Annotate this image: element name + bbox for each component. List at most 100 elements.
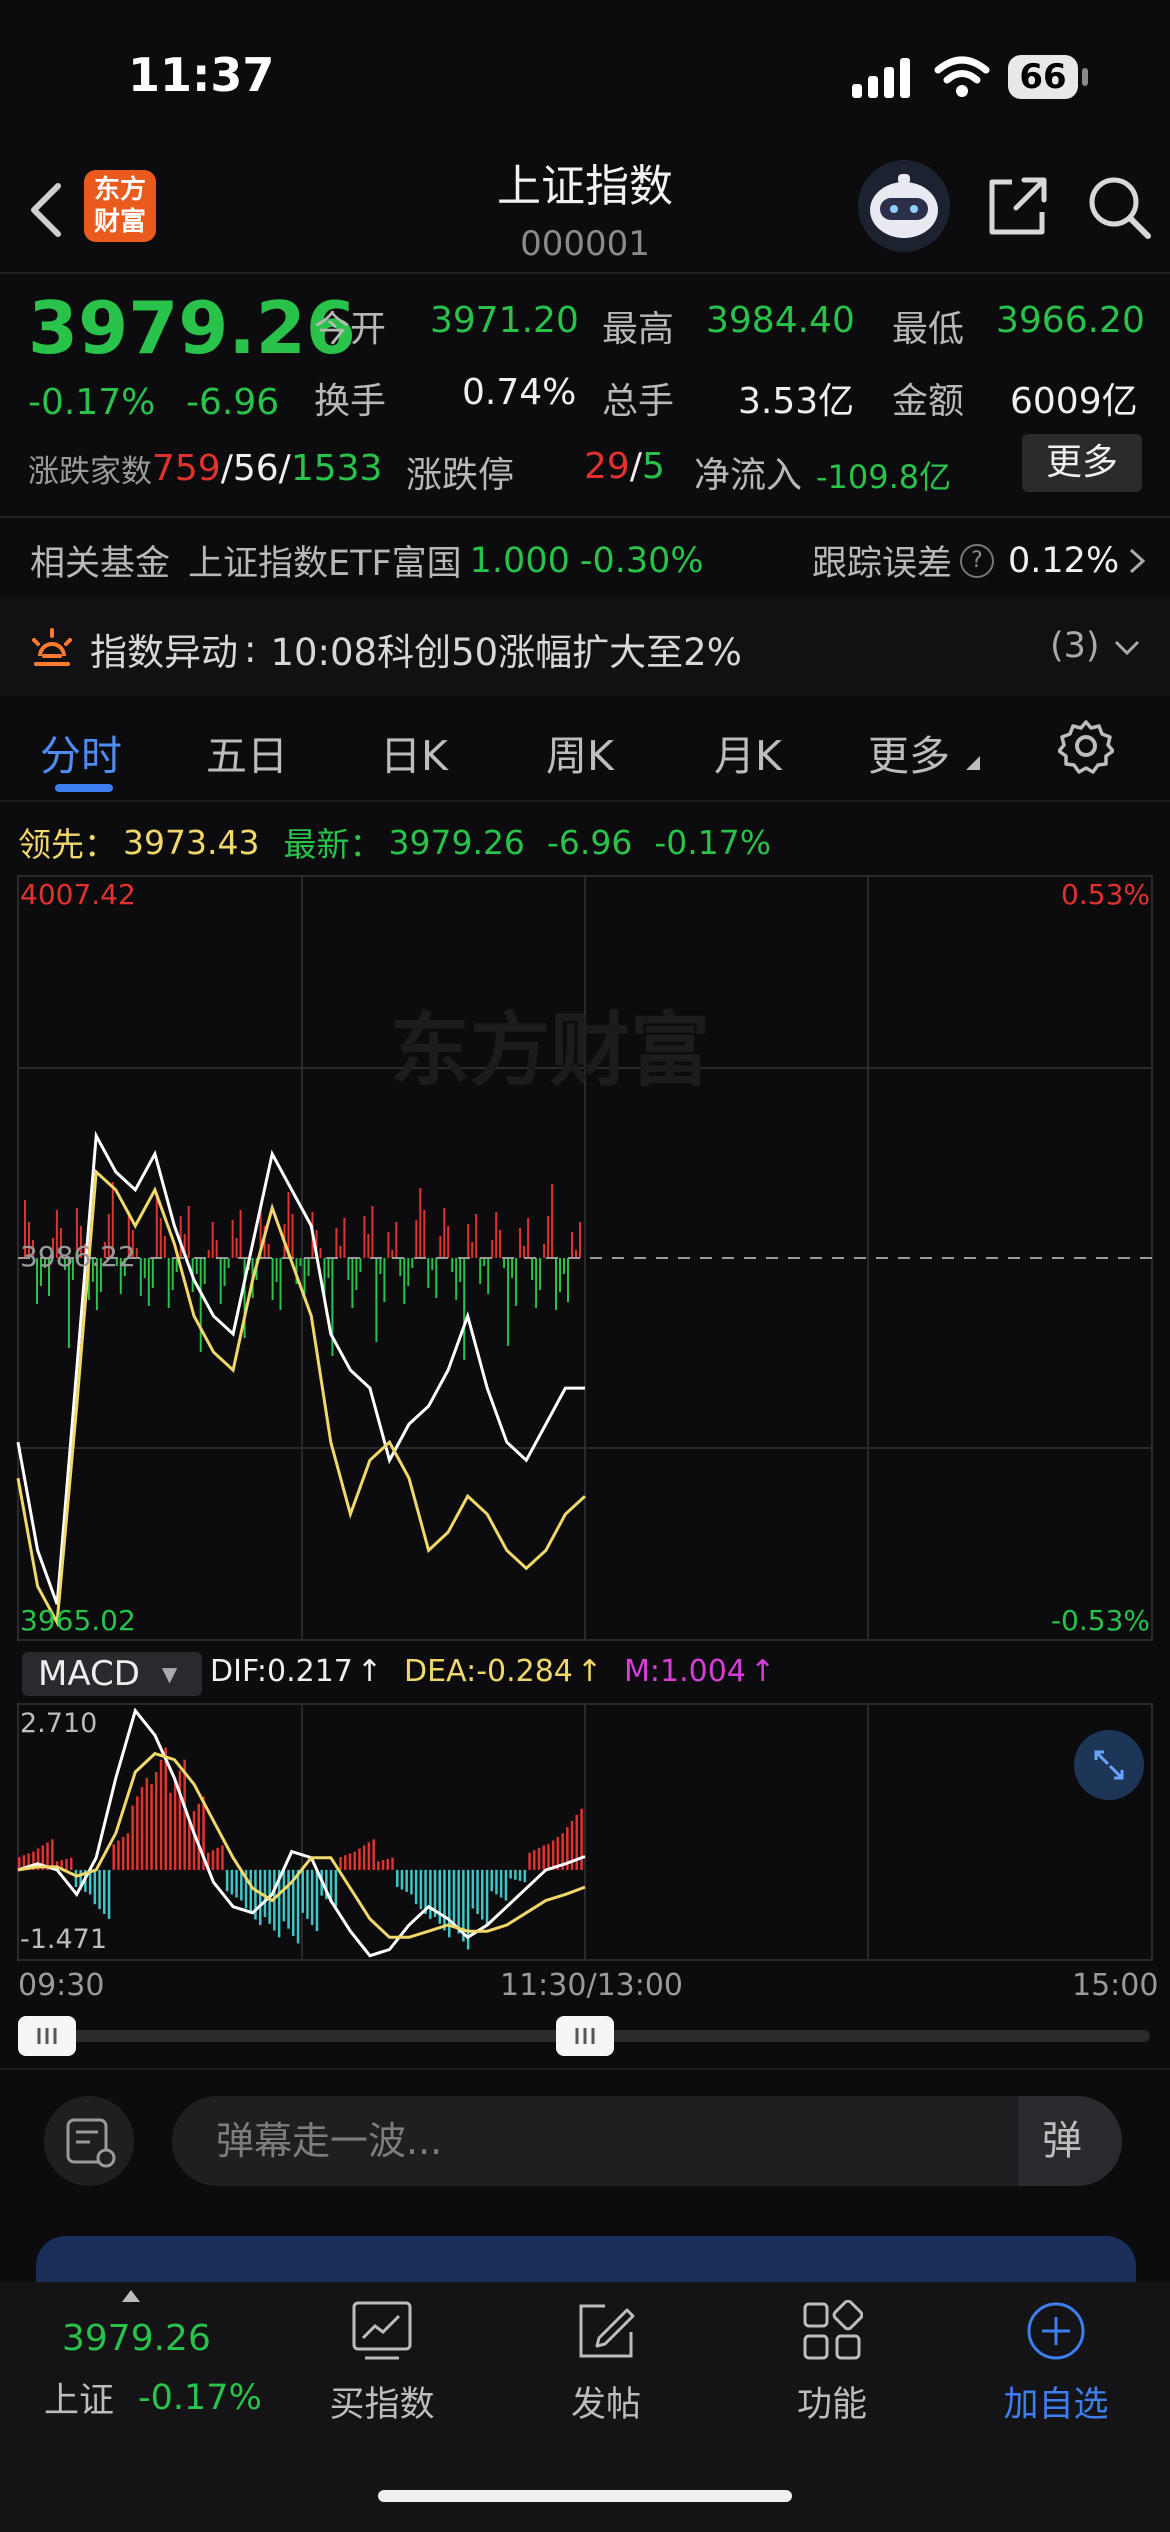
alert-sun-icon bbox=[32, 628, 72, 666]
limit-values: 29 / 5 bbox=[584, 446, 665, 487]
volume-bar bbox=[235, 1238, 238, 1258]
breadth-label: 涨跌家数 bbox=[28, 454, 152, 490]
macd-hist-bar bbox=[126, 1833, 130, 1870]
macd-hist-bar bbox=[263, 1869, 267, 1917]
danmaku-list-icon[interactable] bbox=[44, 2096, 134, 2186]
nav-index-pct: -0.17% bbox=[138, 2377, 262, 2418]
slash-3: / bbox=[629, 446, 642, 487]
tab-five-day[interactable]: 五日 bbox=[206, 722, 288, 782]
volume-bar bbox=[215, 1240, 218, 1258]
nav-post[interactable]: 发帖 bbox=[526, 2300, 686, 2427]
expand-icon[interactable] bbox=[1074, 1730, 1144, 1800]
volume-bar bbox=[435, 1258, 438, 1298]
volume-bar bbox=[523, 1246, 526, 1258]
add-circle-icon bbox=[1027, 2302, 1085, 2360]
fund-pct: -0.30% bbox=[579, 540, 704, 581]
dif-label: DIF: bbox=[210, 1654, 267, 1689]
nav-functions[interactable]: 功能 bbox=[752, 2299, 912, 2427]
macd-hist-bar bbox=[405, 1869, 408, 1892]
macd-hist-bar bbox=[169, 1792, 172, 1870]
danmaku-toggle-button[interactable]: 弹 bbox=[1018, 2096, 1122, 2186]
volume-bar bbox=[163, 1236, 166, 1258]
volume-bar bbox=[207, 1250, 210, 1258]
share-icon[interactable] bbox=[982, 172, 1052, 242]
nav-index-price[interactable]: 3979.26 bbox=[62, 2318, 211, 2359]
open-value: 3971.20 bbox=[430, 300, 579, 341]
volume-bar bbox=[219, 1258, 222, 1304]
chevron-down-icon[interactable] bbox=[1112, 636, 1142, 660]
macd-hist-bar bbox=[523, 1869, 527, 1883]
macd-hist-bar bbox=[580, 1808, 583, 1870]
assistant-robot-icon[interactable] bbox=[858, 160, 950, 252]
slash-2: / bbox=[278, 448, 291, 489]
macd-hist-bar bbox=[537, 1847, 541, 1870]
tracking-value: 0.12% bbox=[1008, 540, 1120, 581]
macd-hist-bar bbox=[136, 1796, 139, 1870]
volume-bar bbox=[447, 1226, 450, 1258]
macd-hist-bar bbox=[145, 1778, 149, 1870]
volume-bar bbox=[291, 1214, 294, 1258]
index-alert[interactable]: 指数异动 : 10:08科创50涨幅扩大至2% bbox=[90, 622, 742, 676]
low-value: 3966.20 bbox=[996, 300, 1145, 341]
macd-hist-bar bbox=[485, 1869, 489, 1925]
header-divider bbox=[0, 272, 1170, 274]
macd-hist-bar bbox=[499, 1869, 503, 1898]
latest-change: -6.96 bbox=[546, 822, 633, 862]
high-value: 3984.40 bbox=[706, 300, 855, 341]
settings-gear-icon[interactable] bbox=[1058, 718, 1114, 774]
range-handle-right[interactable] bbox=[556, 2016, 614, 2056]
tab-weekly-k[interactable]: 周K bbox=[546, 722, 614, 782]
macd-hist-bar bbox=[542, 1845, 545, 1870]
change-value: -6.96 bbox=[186, 382, 280, 423]
tab-daily-k[interactable]: 日K bbox=[380, 722, 448, 782]
nav-buy-index[interactable]: 买指数 bbox=[302, 2300, 462, 2427]
nav-add-watchlist[interactable]: 加自选 bbox=[976, 2300, 1136, 2427]
tabs-divider bbox=[0, 800, 1170, 802]
up-count: 759 bbox=[152, 448, 221, 489]
macd-hist-bar bbox=[103, 1869, 106, 1914]
macd-hist-bar bbox=[70, 1857, 73, 1870]
volume-bar bbox=[347, 1258, 350, 1280]
danmaku-input[interactable]: 弹幕走一波... bbox=[172, 2096, 1122, 2186]
volume-bar bbox=[151, 1258, 154, 1288]
macd-hist-bar bbox=[490, 1869, 493, 1892]
more-button[interactable]: 更多 bbox=[1022, 434, 1142, 492]
related-fund-row[interactable]: 相关基金 上证指数ETF富国 1.000 -0.30% bbox=[30, 535, 704, 586]
wifi-icon bbox=[934, 56, 990, 97]
macd-hist-bar bbox=[296, 1869, 300, 1944]
macd-hist-bar bbox=[528, 1852, 531, 1870]
range-handle-left[interactable] bbox=[18, 2016, 76, 2056]
volume-bar bbox=[147, 1258, 150, 1306]
macd-hist-bar bbox=[514, 1869, 517, 1880]
nav-functions-label: 功能 bbox=[796, 2385, 867, 2425]
nav-index-summary[interactable]: 上证 -0.17% bbox=[44, 2372, 262, 2423]
open-label: 今开 bbox=[314, 309, 387, 350]
netflow-value: -109.8亿 bbox=[816, 458, 952, 496]
high-label: 最高 bbox=[602, 309, 675, 350]
tracking-error[interactable]: 跟踪误差 ? 0.12% bbox=[812, 535, 1149, 586]
nav-buy-index-label: 买指数 bbox=[329, 2385, 435, 2425]
macd-hist-bar bbox=[410, 1869, 413, 1895]
help-icon[interactable]: ? bbox=[960, 543, 995, 578]
tab-intraday[interactable]: 分时 bbox=[40, 722, 122, 782]
macd-hist-bar bbox=[315, 1869, 319, 1932]
tab-monthly-k[interactable]: 月K bbox=[714, 722, 782, 782]
volume-bar bbox=[415, 1220, 418, 1258]
volume-bar bbox=[227, 1258, 230, 1268]
macd-hist-bar bbox=[358, 1848, 361, 1870]
tab-more[interactable]: 更多 bbox=[868, 722, 950, 782]
macd-hist-bar bbox=[131, 1805, 134, 1870]
macd-selector[interactable]: MACD ▼ bbox=[22, 1652, 202, 1696]
macd-hist-bar bbox=[192, 1811, 196, 1870]
volume-bar bbox=[275, 1258, 278, 1282]
m-label: M: bbox=[624, 1654, 661, 1689]
y-min-label: 3965.02 bbox=[20, 1604, 136, 1637]
intraday-chart[interactable]: 东方财富 4007.42 3986.22 3965.02 0.53% -0.53… bbox=[0, 868, 1170, 1968]
macd-hist-bar bbox=[547, 1844, 550, 1870]
volume-bar bbox=[563, 1258, 565, 1274]
search-icon[interactable] bbox=[1084, 172, 1154, 242]
volume-bar bbox=[375, 1258, 378, 1342]
macd-hist-bar bbox=[230, 1869, 234, 1895]
volume-bar bbox=[531, 1258, 534, 1280]
volume-bar bbox=[483, 1258, 486, 1266]
